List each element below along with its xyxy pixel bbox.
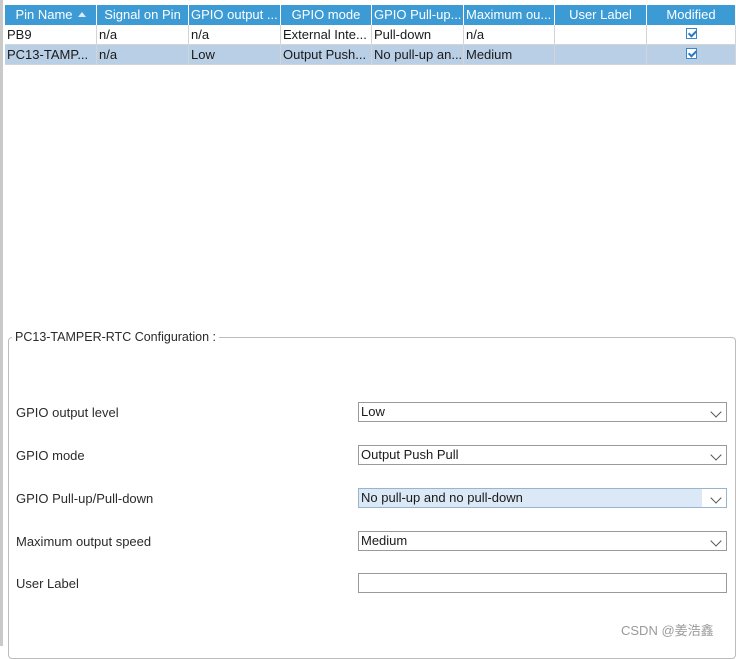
- cell-pull: Pull-down: [372, 25, 464, 45]
- cell-output: Low: [189, 45, 281, 65]
- sort-ascending-icon: [77, 12, 86, 17]
- max-output-speed-value: Medium: [361, 533, 408, 548]
- gpio-output-level-label: GPIO output level: [16, 405, 119, 420]
- column-header-max-speed[interactable]: Maximum ou...: [464, 5, 555, 25]
- gpio-pull-value: No pull-up and no pull-down: [361, 490, 523, 505]
- gpio-pull-select[interactable]: No pull-up and no pull-down: [358, 488, 727, 508]
- gpio-mode-label: GPIO mode: [16, 448, 85, 463]
- cell-signal: n/a: [97, 25, 189, 45]
- column-header-pull[interactable]: GPIO Pull-up...: [372, 5, 464, 25]
- table-row[interactable]: PB9 n/a n/a External Inte... Pull-down n…: [5, 25, 736, 45]
- user-label-label: User Label: [16, 576, 79, 591]
- cell-pin: PC13-TAMP...: [5, 45, 97, 65]
- cell-pin: PB9: [5, 25, 97, 45]
- max-output-speed-select[interactable]: Medium: [358, 531, 727, 551]
- cell-speed: Medium: [464, 45, 555, 65]
- column-header-pin-name[interactable]: Pin Name: [5, 5, 97, 25]
- gpio-output-level-select[interactable]: Low: [358, 402, 727, 422]
- cell-mode: Output Push...: [281, 45, 372, 65]
- gpio-mode-value: Output Push Pull: [361, 447, 459, 462]
- cell-user-label: [555, 25, 647, 45]
- gpio-pull-label: GPIO Pull-up/Pull-down: [16, 491, 154, 506]
- watermark: CSDN @姜浩鑫: [621, 623, 714, 638]
- chevron-down-icon: [710, 535, 722, 547]
- column-header-gpio-output[interactable]: GPIO output ...: [189, 5, 281, 25]
- column-header-gpio-mode[interactable]: GPIO mode: [281, 5, 372, 25]
- left-border: [0, 0, 3, 646]
- cell-speed: n/a: [464, 25, 555, 45]
- column-header-modified[interactable]: Modified: [647, 5, 736, 25]
- modified-checkbox[interactable]: [685, 28, 697, 39]
- max-output-speed-label: Maximum output speed: [16, 534, 152, 549]
- gpio-output-level-value: Low: [361, 404, 385, 419]
- cell-user-label: [555, 45, 647, 65]
- cell-modified: [647, 25, 736, 45]
- column-header-signal[interactable]: Signal on Pin: [97, 5, 189, 25]
- panel-title: PC13-TAMPER-RTC Configuration :: [12, 330, 219, 344]
- cell-modified: [647, 45, 736, 65]
- cell-pull: No pull-up an...: [372, 45, 464, 65]
- chevron-down-icon: [710, 406, 722, 418]
- gpio-mode-select[interactable]: Output Push Pull: [358, 445, 727, 465]
- cell-mode: External Inte...: [281, 25, 372, 45]
- chevron-down-icon: [710, 449, 722, 461]
- cell-signal: n/a: [97, 45, 189, 65]
- column-header-user-label[interactable]: User Label: [555, 5, 647, 25]
- modified-checkbox[interactable]: [685, 48, 697, 59]
- cell-output: n/a: [189, 25, 281, 45]
- table-header: Pin Name Signal on Pin GPIO output ... G…: [5, 5, 736, 25]
- user-label-input[interactable]: [358, 573, 727, 593]
- table-row[interactable]: PC13-TAMP... n/a Low Output Push... No p…: [5, 45, 736, 65]
- pin-table: Pin Name Signal on Pin GPIO output ... G…: [5, 5, 736, 65]
